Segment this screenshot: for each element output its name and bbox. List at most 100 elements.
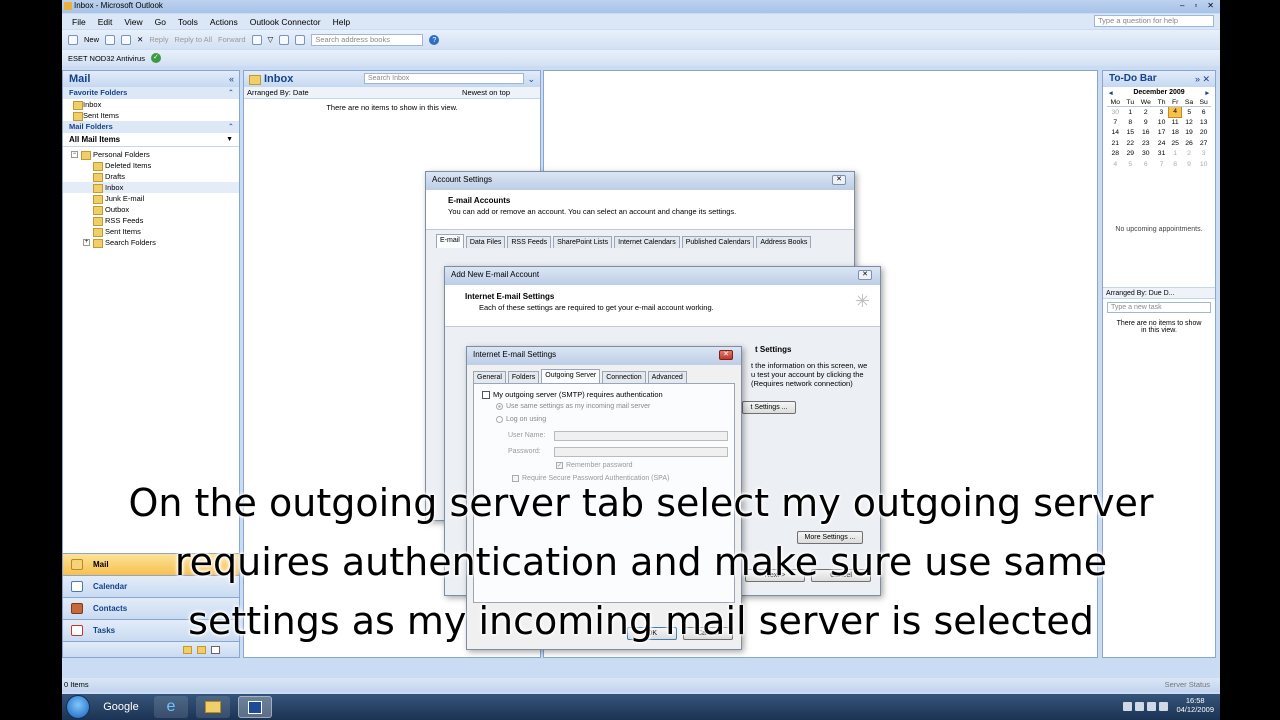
eset-status-icon[interactable]: ✓ xyxy=(150,53,161,63)
calendar-day[interactable]: 8 xyxy=(1124,117,1137,128)
calendar-day[interactable]: 18 xyxy=(1169,128,1182,139)
sort-order-label[interactable]: Newest on top xyxy=(462,87,510,99)
tab-sharepoint-lists[interactable]: SharePoint Lists xyxy=(553,236,613,248)
favorite-folders-header[interactable]: Favorite Folders ⌃ xyxy=(63,87,239,99)
smtp-auth-checkbox[interactable] xyxy=(482,390,490,399)
calendar-day[interactable]: 31 xyxy=(1155,149,1169,160)
close-icon[interactable]: ✕ xyxy=(719,350,733,360)
calendar-day[interactable]: 29 xyxy=(1124,149,1137,160)
tab-address-books[interactable]: Address Books xyxy=(756,236,812,248)
search-inbox-input[interactable]: Search Inbox xyxy=(364,73,524,84)
start-button[interactable] xyxy=(66,695,90,719)
calendar-day[interactable]: 4 xyxy=(1107,159,1124,170)
menu-go[interactable]: Go xyxy=(155,17,166,27)
tab-rss-feeds[interactable]: RSS Feeds xyxy=(507,236,552,248)
calendar-day[interactable]: 1 xyxy=(1124,107,1137,118)
calendar-day[interactable]: 12 xyxy=(1182,117,1197,128)
system-clock[interactable]: 16:58 04/12/2009 xyxy=(1176,696,1214,714)
arranged-by-label[interactable]: Arranged By: Date xyxy=(247,88,309,97)
calendar-day[interactable]: 24 xyxy=(1155,138,1169,149)
favorite-inbox[interactable]: Inbox xyxy=(63,99,239,110)
tray-arrow-icon[interactable] xyxy=(1123,702,1132,711)
calendar-day[interactable]: 30 xyxy=(1107,107,1124,118)
outlook-taskbar-icon[interactable] xyxy=(238,696,272,718)
folder-drafts[interactable]: Drafts xyxy=(63,171,239,182)
calendar-day[interactable]: 13 xyxy=(1196,117,1211,128)
folder-deleted-items[interactable]: Deleted Items xyxy=(63,160,239,171)
calendar-day[interactable]: 6 xyxy=(1196,107,1211,118)
taskbar-google-button[interactable]: Google xyxy=(96,696,146,718)
tab-connection[interactable]: Connection xyxy=(602,371,646,383)
new-button[interactable]: New xyxy=(84,35,99,44)
chevron-up-icon[interactable]: ⌃ xyxy=(228,121,234,133)
eset-antivirus-button[interactable]: ESET NOD32 Antivirus xyxy=(68,54,145,63)
calendar-day[interactable]: 28 xyxy=(1107,149,1124,160)
tab-advanced[interactable]: Advanced xyxy=(647,371,687,383)
calendar-day[interactable]: 1 xyxy=(1169,149,1182,160)
all-mail-items-selector[interactable]: All Mail Items ▼ xyxy=(63,133,239,147)
send-receive-icon[interactable] xyxy=(279,34,290,45)
calendar-day[interactable]: 2 xyxy=(1182,149,1197,160)
menu-edit[interactable]: Edit xyxy=(98,17,113,27)
windows-explorer-icon[interactable] xyxy=(196,696,230,718)
server-status[interactable]: Server Status xyxy=(1165,678,1210,692)
tab-outgoing-server[interactable]: Outgoing Server xyxy=(541,369,601,383)
internet-explorer-icon[interactable]: e xyxy=(154,696,188,718)
folder-inbox[interactable]: Inbox xyxy=(63,182,239,193)
calendar-day[interactable]: 21 xyxy=(1107,138,1124,149)
calendar-day[interactable]: 27 xyxy=(1196,138,1211,149)
tab-folders[interactable]: Folders xyxy=(507,371,540,383)
calendar-day[interactable]: 10 xyxy=(1155,117,1169,128)
tasks-arrange-bar[interactable]: Arranged By: Due D... xyxy=(1103,286,1215,299)
calendar-day[interactable]: 5 xyxy=(1124,159,1137,170)
search-address-books-input[interactable]: Search address books xyxy=(311,33,424,46)
use-same-settings-radio[interactable] xyxy=(496,403,503,410)
log-on-using-radio[interactable] xyxy=(496,416,503,423)
move-icon[interactable] xyxy=(121,34,132,45)
calendar-day[interactable]: 9 xyxy=(1137,117,1155,128)
calendar-day[interactable]: 5 xyxy=(1182,107,1197,118)
menu-tools[interactable]: Tools xyxy=(178,17,198,27)
calendar-day[interactable]: 16 xyxy=(1137,128,1155,139)
folder-sent-items[interactable]: Sent Items xyxy=(63,226,239,237)
tab-internet-calendars[interactable]: Internet Calendars xyxy=(614,236,680,248)
calendar-day[interactable]: 26 xyxy=(1182,138,1197,149)
calendar-day[interactable]: 7 xyxy=(1155,159,1169,170)
calendar-day[interactable]: 22 xyxy=(1124,138,1137,149)
forward-button[interactable]: Forward xyxy=(218,35,246,44)
close-icon[interactable]: ✕ xyxy=(858,270,872,280)
menu-help[interactable]: Help xyxy=(333,17,350,27)
folder-rss-feeds[interactable]: RSS Feeds xyxy=(63,215,239,226)
folder-junk-email[interactable]: Junk E-mail xyxy=(63,193,239,204)
collapse-icon[interactable]: « xyxy=(229,71,234,87)
new-task-input[interactable]: Type a new task xyxy=(1107,301,1211,313)
tab-general[interactable]: General xyxy=(473,371,506,383)
remember-password-row[interactable]: ✓ Remember password xyxy=(556,462,633,469)
calendar-day[interactable]: 8 xyxy=(1169,159,1182,170)
volume-icon[interactable] xyxy=(1147,702,1156,711)
calendar-day[interactable]: 9 xyxy=(1182,159,1197,170)
menu-actions[interactable]: Actions xyxy=(210,17,238,27)
calendar-day[interactable]: 17 xyxy=(1155,128,1169,139)
close-window-button[interactable]: ✕ xyxy=(1207,0,1214,12)
test-account-settings-button[interactable]: t Settings ... xyxy=(742,401,796,414)
calendar-day[interactable]: 3 xyxy=(1196,149,1211,160)
calendar-day[interactable]: 23 xyxy=(1137,138,1155,149)
categorize-icon[interactable] xyxy=(251,34,262,45)
help-icon[interactable]: ? xyxy=(429,34,440,45)
folder-personal-folders[interactable]: − Personal Folders xyxy=(63,149,239,160)
arrange-by-bar[interactable]: Arranged By: Date Newest on top xyxy=(244,87,540,99)
filter-icon[interactable]: ▽ xyxy=(268,35,274,44)
menu-view[interactable]: View xyxy=(124,17,142,27)
folder-outbox[interactable]: Outbox xyxy=(63,204,239,215)
delete-icon[interactable]: ✕ xyxy=(137,35,143,44)
calendar-day[interactable]: 4 xyxy=(1168,106,1183,118)
calendar-day[interactable]: 7 xyxy=(1107,117,1124,128)
collapse-tree-icon[interactable]: − xyxy=(71,151,78,158)
favorite-sent-items[interactable]: Sent Items xyxy=(63,110,239,121)
menu-file[interactable]: File xyxy=(72,17,86,27)
calendar-day[interactable]: 3 xyxy=(1155,107,1169,118)
password-field[interactable] xyxy=(554,447,728,457)
mail-folders-header[interactable]: Mail Folders ⌃ xyxy=(63,121,239,133)
chevron-up-icon[interactable]: ⌃ xyxy=(228,87,234,99)
